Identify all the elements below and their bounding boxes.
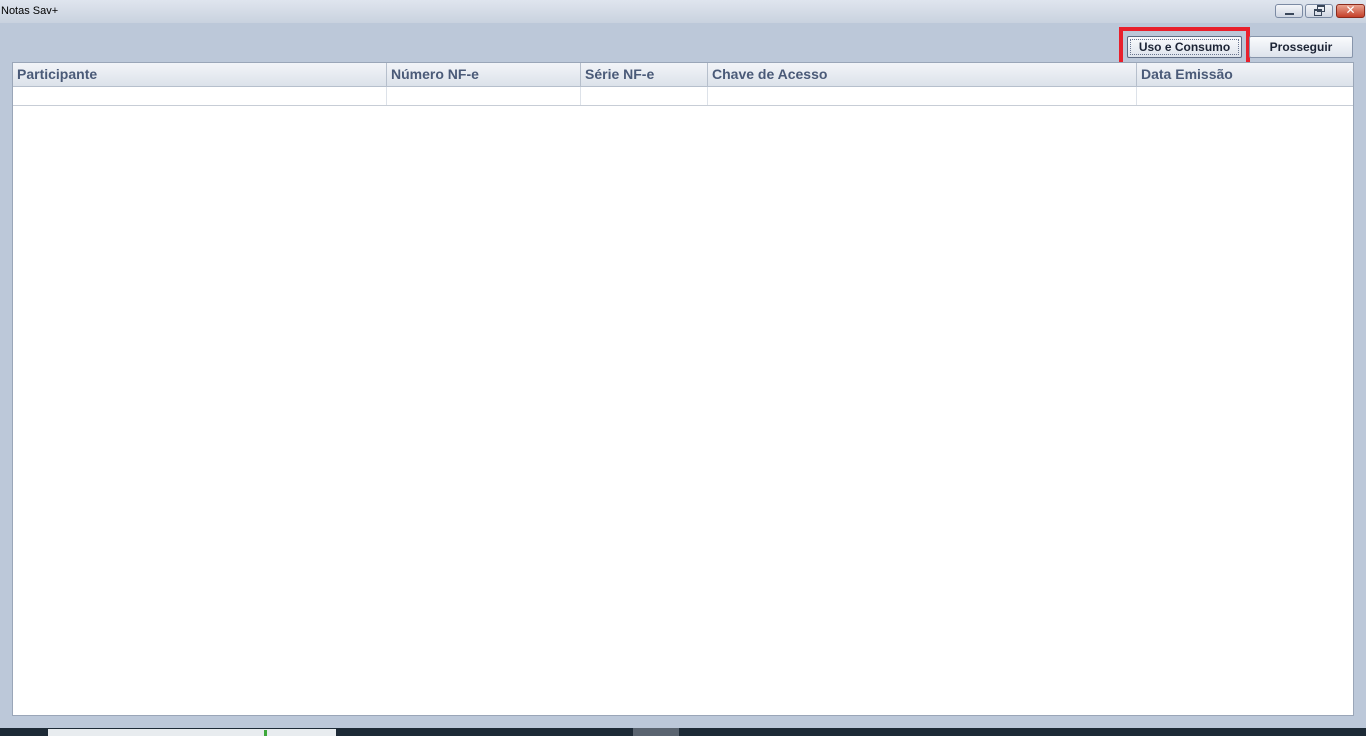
leaf-icon <box>264 730 267 736</box>
column-header-data-emissao[interactable]: Data Emissão <box>1137 63 1353 86</box>
close-button[interactable]: ✕ <box>1336 3 1365 18</box>
taskbar-item[interactable] <box>633 728 679 736</box>
table-cell[interactable] <box>13 87 387 105</box>
prosseguir-button[interactable]: Prosseguir <box>1249 36 1353 58</box>
window-title: Notas Sav+ <box>1 5 59 17</box>
restore-icon <box>1314 9 1322 16</box>
minimize-button[interactable] <box>1275 4 1303 18</box>
notes-table[interactable]: Participante Número NF-e Série NF-e Chav… <box>12 62 1354 716</box>
taskbar <box>0 728 1366 736</box>
column-header-participante[interactable]: Participante <box>13 63 387 86</box>
column-header-serie-nfe[interactable]: Série NF-e <box>581 63 708 86</box>
prosseguir-label: Prosseguir <box>1269 40 1333 54</box>
app-window: Notas Sav+ ✕ Uso e Consumo Prosseguir Pa… <box>0 0 1366 736</box>
column-header-chave-acesso[interactable]: Chave de Acesso <box>708 63 1137 86</box>
close-icon: ✕ <box>1345 3 1356 17</box>
table-cell[interactable] <box>1137 87 1353 105</box>
uso-e-consumo-label: Uso e Consumo <box>1138 40 1231 54</box>
table-header: Participante Número NF-e Série NF-e Chav… <box>13 63 1353 87</box>
table-cell[interactable] <box>581 87 708 105</box>
table-row[interactable] <box>13 87 1353 106</box>
table-cell[interactable] <box>708 87 1137 105</box>
minimize-icon <box>1285 13 1294 15</box>
restore-button[interactable] <box>1305 4 1333 18</box>
taskbar-item[interactable] <box>48 729 336 736</box>
title-bar[interactable]: Notas Sav+ ✕ <box>0 0 1366 23</box>
table-cell[interactable] <box>387 87 581 105</box>
uso-e-consumo-button[interactable]: Uso e Consumo <box>1127 36 1242 58</box>
column-header-numero-nfe[interactable]: Número NF-e <box>387 63 581 86</box>
